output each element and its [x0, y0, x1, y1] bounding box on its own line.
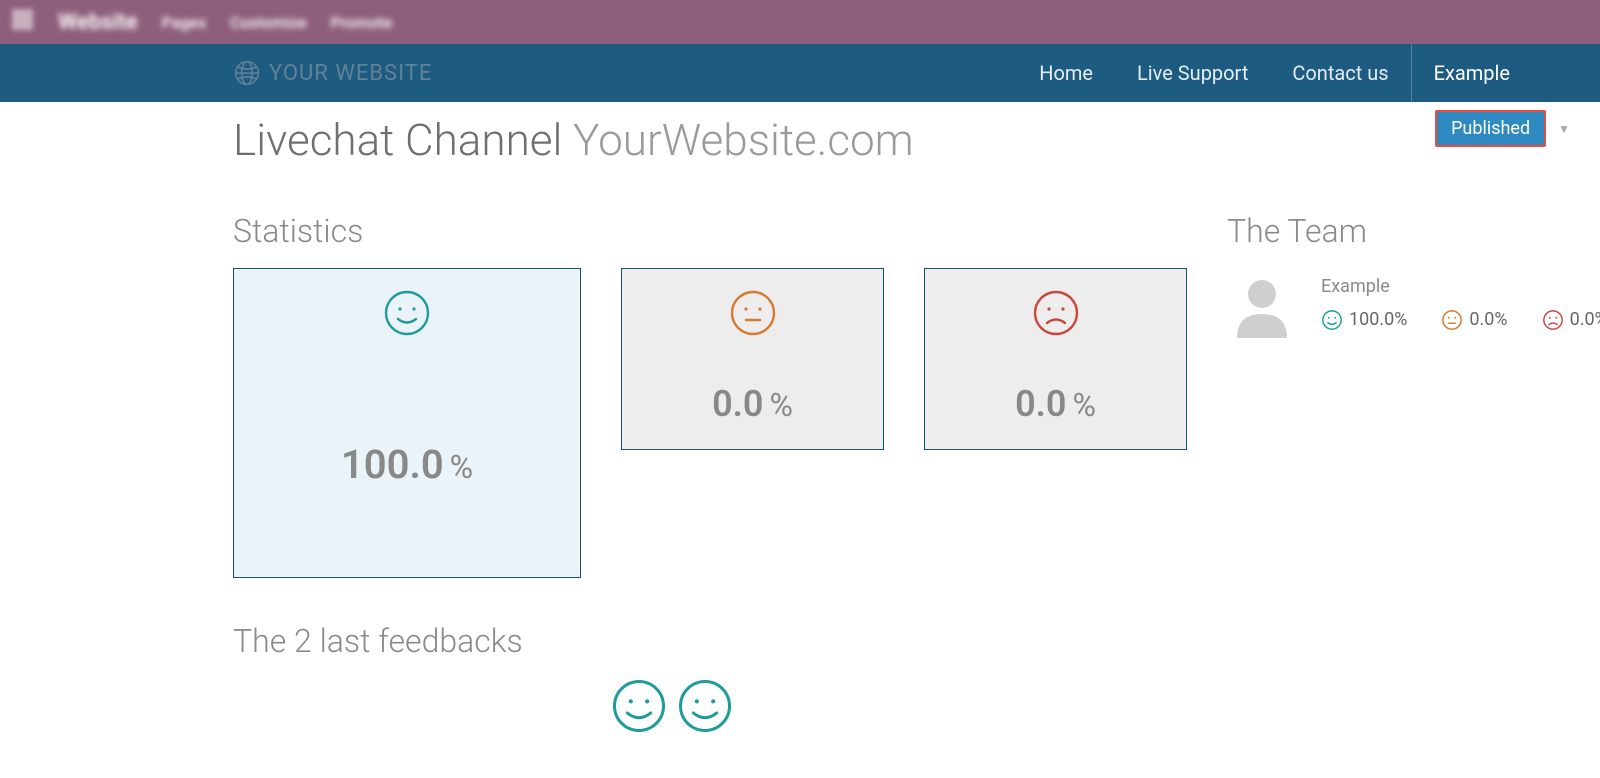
- publish-button[interactable]: Published: [1435, 110, 1546, 147]
- page-title-sub: YourWebsite.com: [573, 114, 914, 166]
- stat-sad-value: 0.0: [1015, 383, 1066, 425]
- sad-face-icon: [1032, 289, 1080, 341]
- nav-links: Home Live Support Contact us Example: [1017, 44, 1532, 102]
- feedback-faces: [611, 678, 1187, 738]
- team-member: Example 100.0% 0.0% 0.0%: [1227, 268, 1600, 338]
- neutral-face-icon: [729, 289, 777, 341]
- stat-card-neutral: 0.0 %: [621, 268, 884, 450]
- nav-contact-us[interactable]: Contact us: [1270, 44, 1410, 102]
- admin-app-title[interactable]: Website: [58, 10, 137, 35]
- admin-menu-promote[interactable]: Promote: [330, 13, 392, 32]
- stat-unit: %: [1072, 386, 1095, 424]
- admin-menu-customize[interactable]: Customize: [230, 13, 306, 32]
- stat-happy-value: 100.0: [341, 441, 444, 488]
- chevron-down-icon[interactable]: ▼: [1558, 122, 1570, 136]
- page-content: Livechat Channel YourWebsite.com Statist…: [0, 102, 1600, 778]
- nav-example[interactable]: Example: [1411, 44, 1532, 102]
- admin-bar: Website Pages Customize Promote: [0, 0, 1600, 44]
- team-heading: The Team: [1227, 212, 1600, 250]
- nav-home[interactable]: Home: [1017, 44, 1115, 102]
- admin-menu: Pages Customize Promote: [161, 13, 392, 32]
- team-member-name: Example: [1321, 276, 1600, 297]
- statistics-heading: Statistics: [233, 212, 1187, 250]
- site-brand-text: YOUR WEBSITE: [269, 61, 432, 86]
- apps-grid-icon[interactable]: [12, 9, 34, 35]
- site-brand[interactable]: YOUR WEBSITE: [233, 59, 432, 87]
- score-neutral: 0.0%: [1441, 309, 1507, 331]
- score-neutral-value: 0.0%: [1469, 309, 1507, 330]
- page-title: Livechat Channel YourWebsite.com: [233, 114, 1600, 166]
- nav-live-support[interactable]: Live Support: [1115, 44, 1270, 102]
- score-happy: 100.0%: [1321, 309, 1407, 331]
- globe-icon: [233, 59, 261, 87]
- feedback-happy-icon[interactable]: [611, 678, 667, 738]
- stat-card-sad: 0.0 %: [924, 268, 1187, 450]
- page-title-main: Livechat Channel: [233, 114, 562, 166]
- score-sad-value: 0.0%: [1570, 309, 1600, 330]
- stat-unit: %: [450, 448, 473, 486]
- feedbacks-section: The 2 last feedbacks: [233, 622, 1187, 738]
- feedbacks-heading: The 2 last feedbacks: [233, 622, 1187, 660]
- avatar-placeholder-icon: [1227, 268, 1297, 338]
- stat-unit: %: [769, 386, 792, 424]
- happy-face-icon: [383, 289, 431, 341]
- team-member-scores: 100.0% 0.0% 0.0%: [1321, 309, 1600, 331]
- score-happy-value: 100.0%: [1349, 309, 1407, 330]
- admin-menu-pages[interactable]: Pages: [161, 13, 206, 32]
- site-navbar: YOUR WEBSITE Home Live Support Contact u…: [0, 44, 1600, 102]
- feedback-happy-icon[interactable]: [677, 678, 733, 738]
- score-sad: 0.0%: [1542, 309, 1600, 331]
- stat-cards: 100.0 % 0.0 %: [233, 268, 1187, 578]
- stat-neutral-value: 0.0: [712, 383, 763, 425]
- stat-card-happy: 100.0 %: [233, 268, 581, 578]
